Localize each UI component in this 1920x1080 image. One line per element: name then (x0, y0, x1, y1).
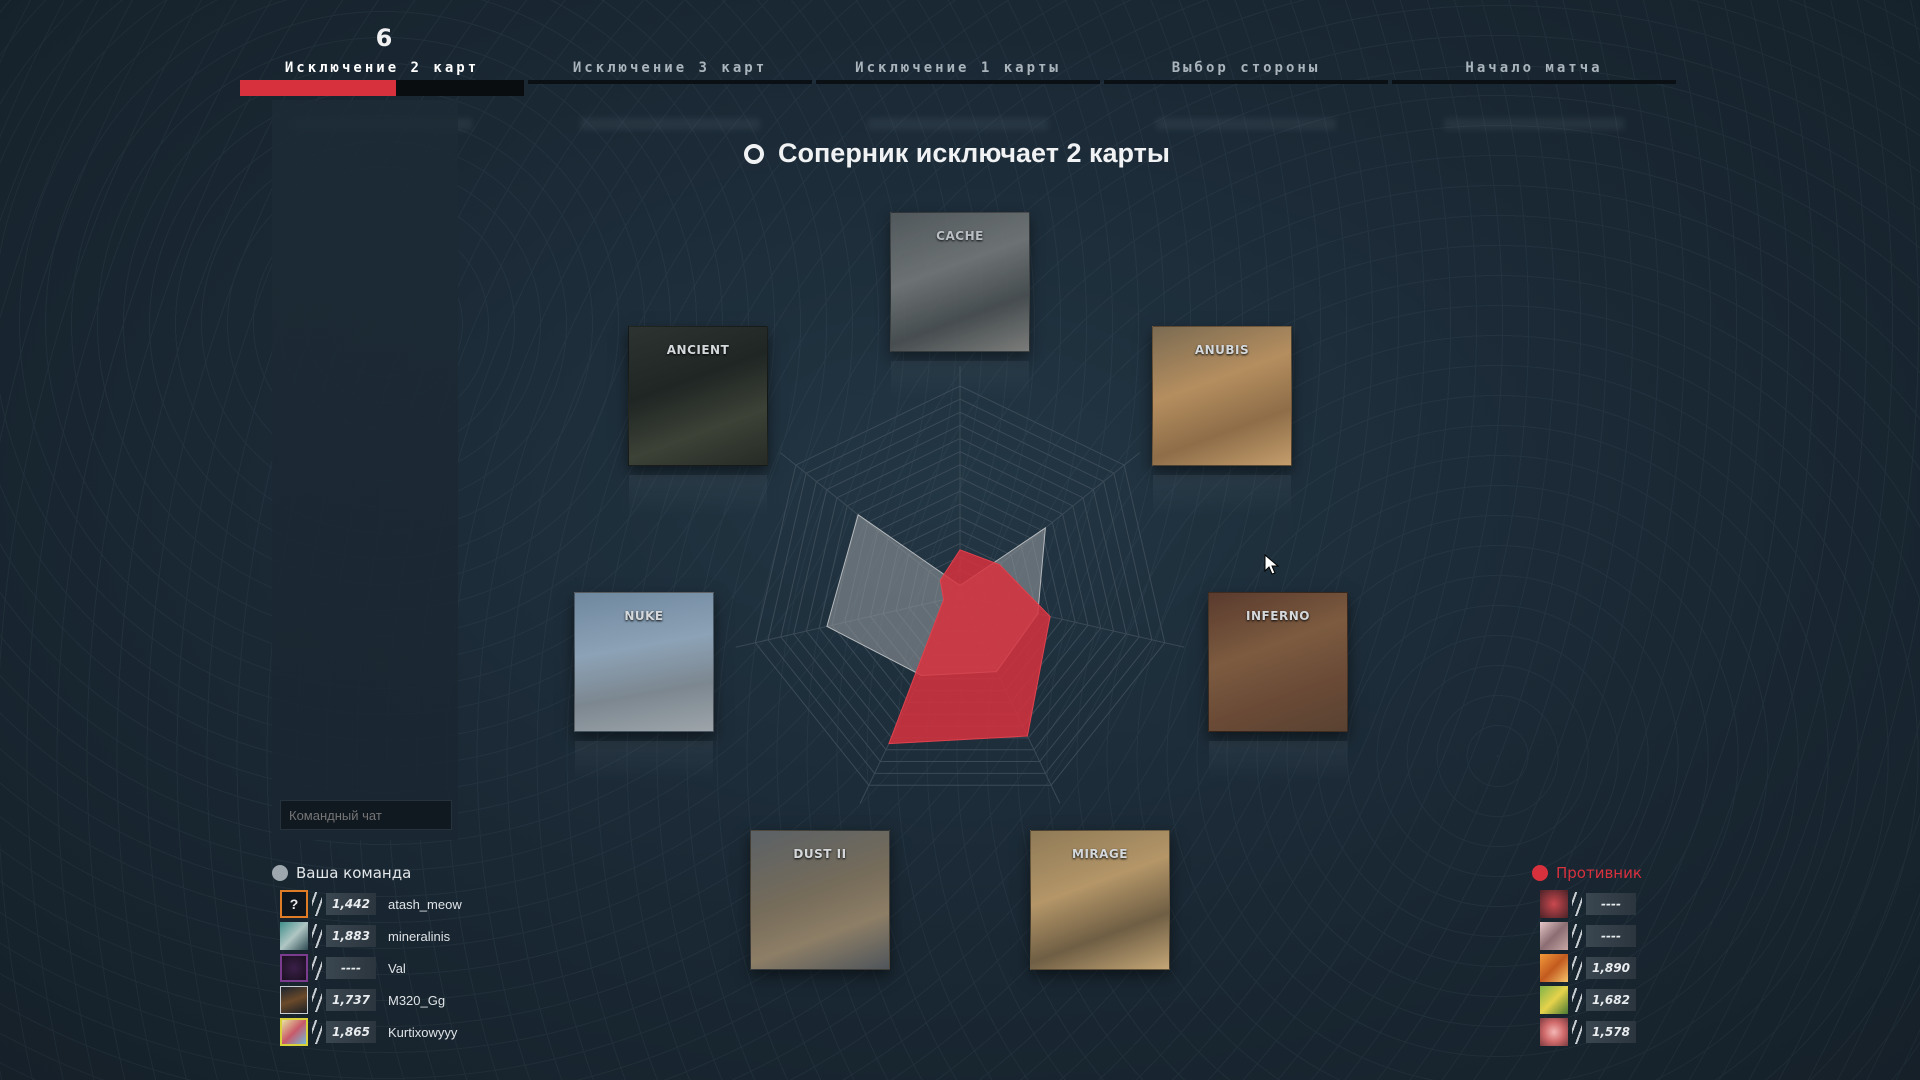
step-bar (528, 80, 812, 84)
step-ban-3: Исключение 3 карт (528, 60, 812, 100)
player-name: atash_meow (388, 896, 462, 912)
enemy-player-row[interactable]: 1,682 (1540, 986, 1636, 1014)
player-elo: ---- (1586, 893, 1636, 915)
my-team-player-row[interactable]: 1,883 mineralinis (280, 922, 450, 950)
step-timer: 6 (375, 24, 393, 52)
map-tile-anubis[interactable]: ANUBIS (1152, 326, 1292, 515)
map-name: ANCIENT (666, 343, 730, 357)
my-team-player-row[interactable]: ? 1,442 atash_meow (280, 890, 462, 918)
map-name: ANUBIS (1194, 343, 1250, 357)
dark-avatar-icon (280, 954, 308, 982)
my-team-player-row[interactable]: ---- Val (280, 954, 406, 982)
status-text: Соперник исключает 2 карты (778, 138, 1170, 168)
map-reflection (1153, 475, 1291, 515)
step-ban-2: Исключение 2 карт (240, 60, 524, 100)
my-team-player-row[interactable]: 1,865 Kurtixowyyy (280, 1018, 457, 1046)
map-reflection (629, 475, 767, 515)
enemy-team-title: Противник (1556, 864, 1642, 882)
step-bar (240, 80, 524, 96)
map-name: NUKE (624, 609, 664, 623)
enemy-player-row[interactable]: 1,578 (1540, 1018, 1636, 1046)
map-reflection (575, 741, 713, 781)
enemy-player-row[interactable]: ---- (1540, 922, 1636, 950)
player-name: Val (388, 960, 406, 976)
step-label: Выбор стороны (1171, 60, 1321, 76)
step-match-start: Начало матча (1392, 60, 1676, 100)
map-name: MIRAGE (1072, 847, 1128, 861)
enemy-avatar-icon (1540, 986, 1568, 1014)
player-name: M320_Gg (388, 992, 446, 1008)
enemy-avatar-icon (1540, 1018, 1568, 1046)
my-team-title: Ваша команда (296, 864, 412, 882)
player-elo: ---- (326, 957, 376, 979)
divider-slash (312, 956, 322, 980)
player-elo: 1,682 (1586, 989, 1636, 1011)
step-side-select: Выбор стороны (1104, 60, 1388, 100)
enemy-player-row[interactable]: 1,890 (1540, 954, 1636, 982)
map-tile-ancient[interactable]: ANCIENT (628, 326, 768, 515)
my-team-player-row[interactable]: 1,737 M320_Gg (280, 986, 445, 1014)
step-bar (1392, 80, 1676, 84)
team-chat-input[interactable] (280, 800, 452, 830)
map-tile-inferno[interactable]: INFERNO (1208, 592, 1348, 781)
map-name: INFERNO (1246, 609, 1310, 623)
step-bar (1104, 80, 1388, 84)
player-elo: 1,883 (326, 925, 376, 947)
anime-avatar-icon (280, 1018, 308, 1046)
enemy-avatar-icon (1540, 954, 1568, 982)
divider-slash (312, 892, 322, 916)
map-reflection (891, 361, 1029, 401)
team-dot-icon (272, 865, 288, 881)
divider-slash (1572, 892, 1582, 916)
veto-status: Соперник исключает 2 карты (744, 138, 1170, 169)
step-bar (816, 80, 1100, 84)
divider-slash (312, 988, 322, 1012)
enemy-avatar-icon (1540, 890, 1568, 918)
divider-slash (312, 1020, 322, 1044)
step-label: Исключение 1 карты (855, 60, 1061, 76)
enemy-dot-icon (1532, 865, 1548, 881)
step-fill (240, 80, 397, 96)
map-tile-dust-ii[interactable]: DUST II (750, 830, 890, 970)
player-name: Kurtixowyyy (388, 1024, 458, 1040)
map-name: CACHE (936, 229, 984, 243)
map-tile-nuke[interactable]: NUKE (574, 592, 714, 781)
player-elo: 1,865 (326, 1021, 376, 1043)
enemy-player-row[interactable]: ---- (1540, 890, 1636, 918)
divider-slash (1572, 956, 1582, 980)
step-label: Начало матча (1465, 60, 1603, 76)
map-tile-cache[interactable]: CACHE (890, 212, 1030, 401)
divider-slash (1572, 924, 1582, 948)
player-elo: 1,737 (326, 989, 376, 1011)
map-tile-mirage[interactable]: MIRAGE (1030, 830, 1170, 970)
player-elo: 1,578 (1586, 1021, 1636, 1043)
step-label: Исключение 3 карт (572, 60, 768, 76)
player-elo: 1,442 (326, 893, 376, 915)
waiting-ring-icon (744, 143, 764, 164)
question-mark-icon: ? (280, 890, 308, 918)
player-elo: 1,890 (1586, 957, 1636, 979)
player-name: mineralinis (388, 928, 451, 944)
step-ban-1: Исключение 1 карты (816, 60, 1100, 100)
team-chat-panel (272, 100, 458, 840)
player-elo: ---- (1586, 925, 1636, 947)
step-label: Исключение 2 карт (284, 60, 480, 76)
soldier-avatar-icon (280, 986, 308, 1014)
enemy-team-header: Противник (1532, 864, 1642, 882)
map-reflection (1209, 741, 1347, 781)
divider-slash (312, 924, 322, 948)
my-team-header: Ваша команда (272, 864, 411, 882)
character-avatar-icon (280, 922, 308, 950)
mouse-cursor-icon (1264, 554, 1280, 575)
divider-slash (1572, 1020, 1582, 1044)
map-name: DUST II (793, 847, 847, 861)
enemy-avatar-icon (1540, 922, 1568, 950)
divider-slash (1572, 988, 1582, 1012)
